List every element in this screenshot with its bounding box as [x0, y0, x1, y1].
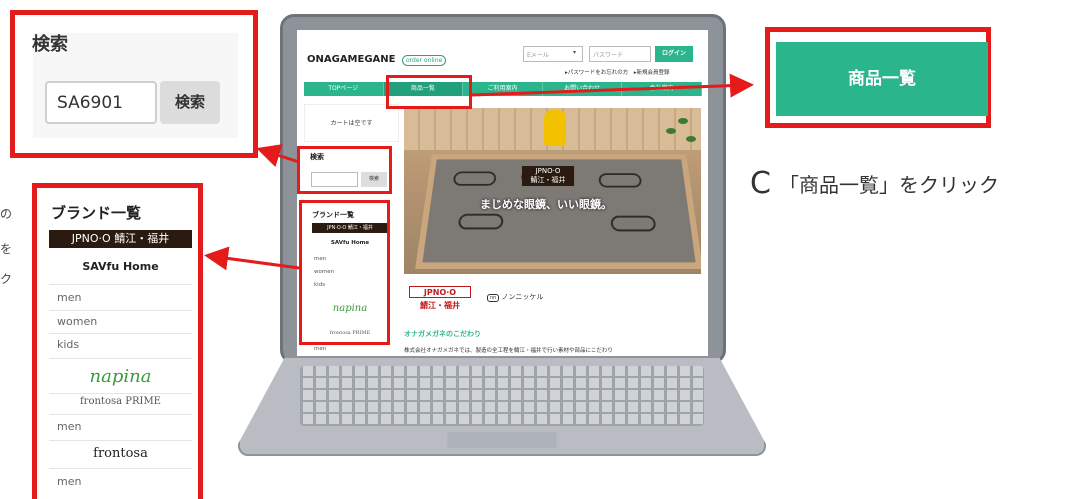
tutorial-illustration: ONAGAMEGANE order online Eメール ▾ パスワード ログ… — [0, 0, 1077, 499]
step-letter: C — [750, 166, 771, 201]
arrow-to-products-callout — [471, 73, 754, 98]
cropped-text: ク — [0, 272, 13, 286]
cropped-text: の — [0, 207, 13, 221]
callout-arrows — [204, 73, 754, 271]
cropped-text: を — [0, 242, 13, 256]
arrow-to-search-callout — [256, 144, 300, 167]
step-instruction: C 「商品一覧」をクリック — [750, 166, 999, 201]
step-text: 「商品一覧」をクリック — [778, 173, 999, 197]
arrow-to-brands-callout — [204, 246, 300, 271]
